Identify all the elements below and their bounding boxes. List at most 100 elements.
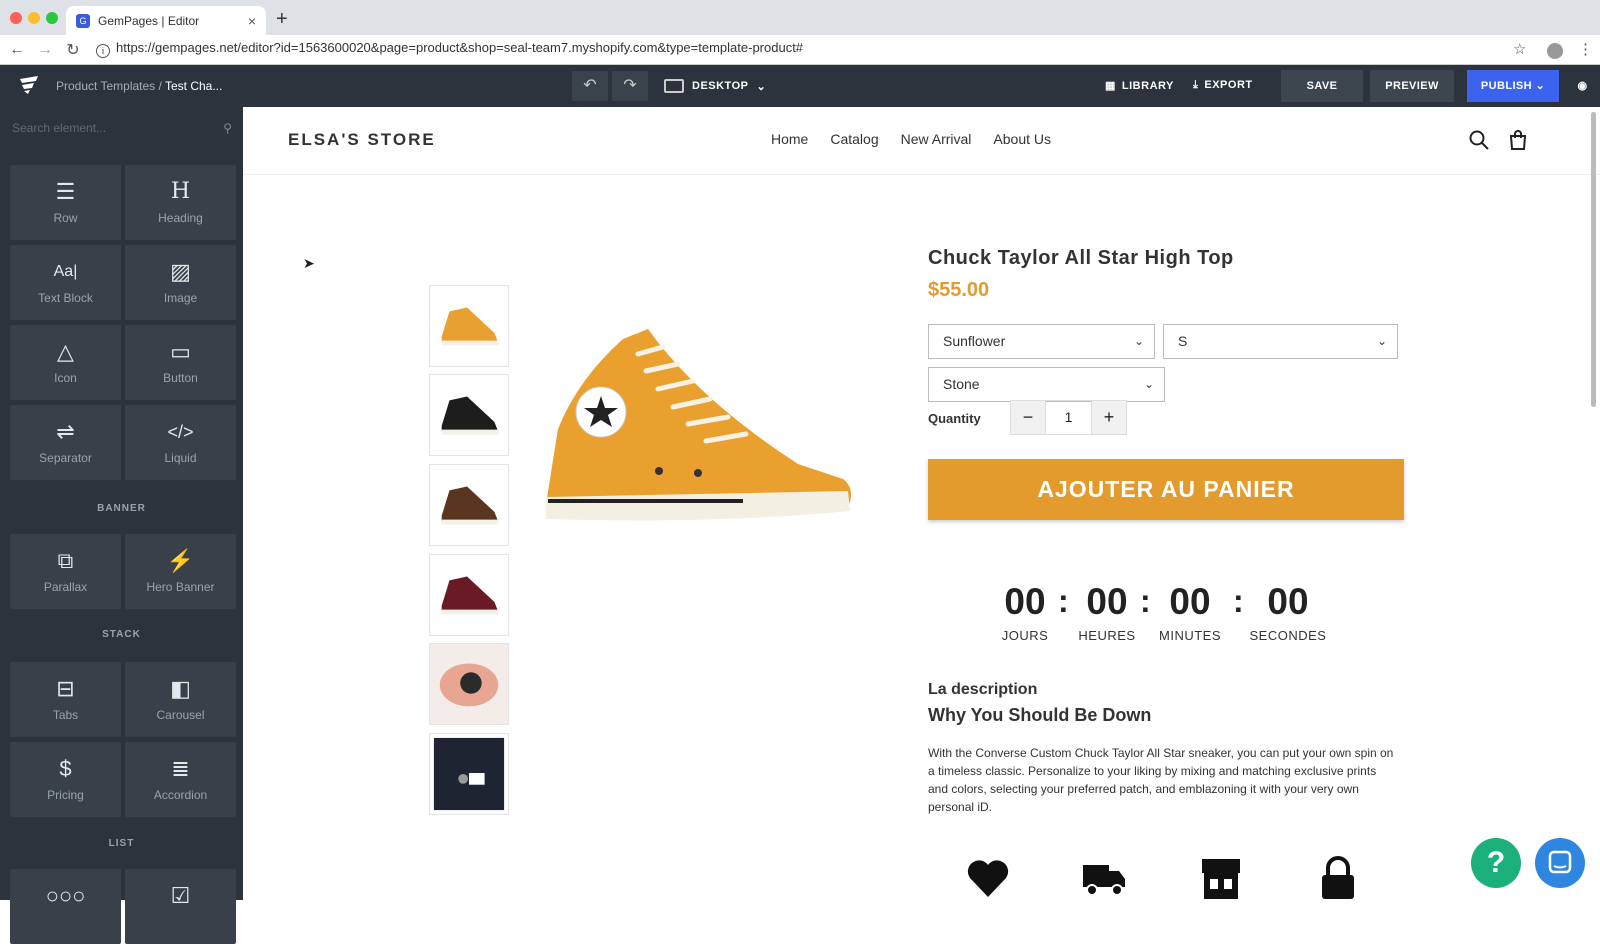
element-label: Pricing [47,788,84,802]
element-checklist[interactable]: ☑ [125,869,236,944]
element-icon[interactable]: △ Icon [10,325,121,400]
preview-button[interactable]: PREVIEW [1370,70,1454,102]
url-field[interactable]: i https://gempages.net/editor?id=15636000… [96,40,803,58]
publish-button[interactable]: PUBLISH ⌄ [1467,70,1559,102]
quantity-label: Quantity [928,411,981,426]
thumbnail-yellow-shoe[interactable] [429,285,509,367]
chat-launcher-button[interactable] [1535,838,1585,888]
nav-about-us[interactable]: About Us [993,131,1051,147]
element-parallax[interactable]: ⧉ Parallax [10,534,121,609]
shapes-icon: △ [57,339,74,364]
eye-icon: ◉ [1577,80,1588,92]
export-button[interactable]: ⤓ EXPORT [1193,79,1253,92]
breadcrumb-current[interactable]: Test Cha... [165,79,222,93]
element-accordion[interactable]: ≣ Accordion [125,742,236,817]
thumbnail-maroon-shoe[interactable] [429,554,509,636]
element-image[interactable]: ▨ Image [125,245,236,320]
browser-tab[interactable]: G GemPages | Editor × [66,6,266,35]
hero-banner-icon: ⚡ [166,548,195,573]
countdown-minutes-label: MINUTES [1159,628,1221,643]
element-label: Carousel [156,708,205,722]
thumbnail-watch[interactable] [429,643,509,725]
element-search[interactable]: Search element... ⚲ [12,121,232,135]
element-label: Hero Banner [146,580,215,594]
redo-button[interactable]: ↷ [612,71,648,101]
element-tabs[interactable]: ⊟ Tabs [10,662,121,737]
help-button[interactable]: ? [1471,838,1521,888]
chevron-down-icon: ⌄ [1376,334,1387,348]
material-select-value: Stone [943,376,980,392]
element-carousel[interactable]: ◧ Carousel [125,662,236,737]
search-icon[interactable] [1468,129,1490,151]
eye-toggle-button[interactable]: ◉ [1565,70,1600,102]
close-tab-icon[interactable]: × [248,13,256,29]
cart-bag-icon[interactable] [1507,129,1529,151]
new-tab-icon[interactable]: + [276,8,288,31]
countdown-hours-label: HEURES [1078,628,1136,643]
element-separator[interactable]: ⇌ Separator [10,405,121,480]
color-select[interactable]: Sunflower ⌄ [928,324,1155,359]
countdown-days: 00 [1004,581,1046,622]
undo-button[interactable]: ↶ [572,71,608,101]
bookmark-star-icon[interactable]: ☆ [1513,40,1526,58]
size-select[interactable]: S ⌄ [1163,324,1398,359]
add-to-cart-button[interactable]: AJOUTER AU PANIER [928,459,1404,520]
element-label: Accordion [153,788,208,802]
material-select[interactable]: Stone ⌄ [928,367,1165,402]
quantity-input[interactable]: 1 [1045,400,1092,435]
thumbnail-suit[interactable] [429,733,509,815]
save-button[interactable]: SAVE [1281,70,1363,102]
carousel-icon: ◧ [170,676,191,701]
device-selector[interactable]: DESKTOP ⌄ [664,79,766,93]
library-label: LIBRARY [1121,80,1174,92]
nav-new-arrival[interactable]: New Arrival [901,131,972,147]
tabs-icon: ⊟ [56,676,75,701]
store-icon [1202,859,1240,899]
element-button[interactable]: ▭ Button [125,325,236,400]
store-header: ELSA'S STORE Home Catalog New Arrival Ab… [243,107,1600,175]
browser-tabstrip: G GemPages | Editor × + [0,0,1600,35]
store-logo[interactable]: ELSA'S STORE [288,130,436,150]
element-pricing[interactable]: $ Pricing [10,742,121,817]
minimize-window-icon[interactable] [28,12,40,24]
reload-icon[interactable]: ↻ [62,40,84,60]
canvas-scrollbar[interactable] [1591,112,1596,407]
element-heading[interactable]: H Heading [125,165,236,240]
close-window-icon[interactable] [10,12,22,24]
info-icon[interactable]: i [96,44,110,58]
row-icon: ☰ [55,179,76,204]
url-text: https://gempages.net/editor?id=156360002… [116,40,804,55]
thumbnail-brown-shoe[interactable] [429,464,509,546]
nav-home[interactable]: Home [771,131,808,147]
size-select-value: S [1178,333,1188,349]
menu-kebab-icon[interactable]: ⋮ [1578,40,1593,58]
gempages-logo-icon[interactable] [18,75,40,95]
main-nav: Home Catalog New Arrival About Us [771,131,1051,147]
element-label: Liquid [164,451,197,465]
element-row[interactable]: ☰ Row [10,165,121,240]
element-label: Text Block [38,291,93,305]
quantity-increment-button[interactable]: + [1091,400,1127,435]
nav-catalog[interactable]: Catalog [830,131,878,147]
export-label: EXPORT [1204,79,1253,91]
back-icon[interactable]: ← [6,41,28,59]
element-label: Heading [158,211,203,225]
breadcrumb-root[interactable]: Product Templates [56,79,155,93]
forward-icon[interactable]: → [34,41,56,59]
code-icon: </> [167,422,194,442]
thumbnail-black-shoe[interactable] [429,374,509,456]
pricing-icon: $ [59,756,72,781]
element-list-dots[interactable]: ○○○ [10,869,121,944]
quantity-decrement-button[interactable]: − [1010,400,1046,435]
breadcrumb: Product Templates / Test Cha... [56,79,222,93]
element-text-block[interactable]: Aa| Text Block [10,245,121,320]
zoom-window-icon[interactable] [46,12,58,24]
main-product-image[interactable] [538,319,863,529]
description-subheading: Why You Should Be Down [928,705,1152,725]
element-hero-banner[interactable]: ⚡ Hero Banner [125,534,236,609]
element-liquid[interactable]: </> Liquid [125,405,236,480]
library-button[interactable]: ▦ LIBRARY [1105,79,1174,92]
minus-icon: − [1022,407,1034,427]
profile-avatar-icon[interactable] [1547,43,1563,59]
element-label: Separator [39,451,92,465]
